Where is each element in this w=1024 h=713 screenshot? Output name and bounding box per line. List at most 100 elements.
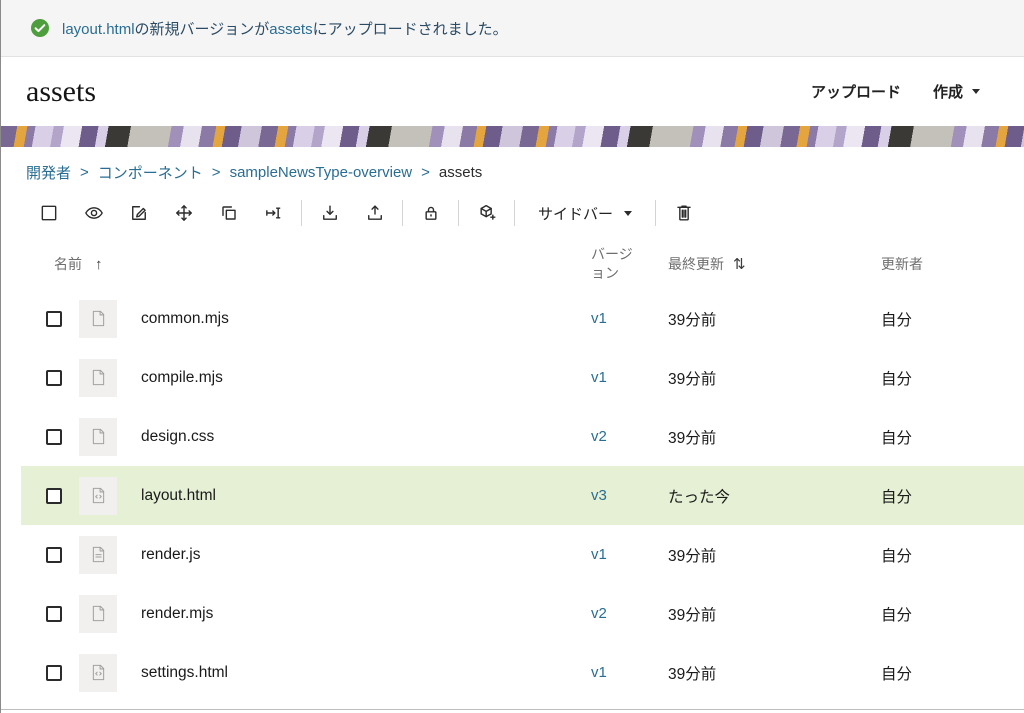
toolbar-divider xyxy=(301,200,302,226)
file-updater: 自分 xyxy=(871,426,1024,448)
copy-button[interactable] xyxy=(206,195,251,231)
row-checkbox[interactable] xyxy=(46,429,62,445)
file-icon xyxy=(89,368,108,387)
row-checkbox[interactable] xyxy=(46,665,62,681)
toast-folder-link[interactable]: assets xyxy=(269,21,312,38)
breadcrumb-item-assets-current: assets xyxy=(439,164,482,181)
chevron-down-icon xyxy=(624,211,632,216)
move-arrows-icon xyxy=(174,203,194,223)
file-version-link[interactable]: v1 xyxy=(591,546,607,563)
upload-file-button[interactable] xyxy=(352,195,397,231)
column-header-name[interactable]: 名前 ↑ xyxy=(21,254,581,274)
delete-button[interactable] xyxy=(661,195,706,231)
file-updated: 39分前 xyxy=(658,603,871,625)
toolbar-divider xyxy=(458,200,459,226)
file-name: render.js xyxy=(141,546,581,564)
sort-both-icon: ⇅ xyxy=(733,255,746,273)
breadcrumb-separator: > xyxy=(212,164,221,181)
toolbar-divider xyxy=(655,200,656,226)
table-row[interactable]: compile.mjs v1 39分前 自分 xyxy=(21,348,1024,407)
row-checkbox[interactable] xyxy=(46,370,62,386)
file-version-link[interactable]: v3 xyxy=(591,487,607,504)
file-updater: 自分 xyxy=(871,485,1024,507)
breadcrumb-item-components[interactable]: コンポーネント xyxy=(98,162,203,183)
table-row[interactable]: design.css v2 39分前 自分 xyxy=(21,407,1024,466)
table-row[interactable]: layout.html v3 たった今 自分 xyxy=(21,466,1024,525)
folder-banner-image xyxy=(1,126,1024,147)
row-checkbox[interactable] xyxy=(46,606,62,622)
file-thumbnail[interactable] xyxy=(79,300,117,338)
upload-icon xyxy=(365,203,385,223)
eye-icon xyxy=(84,203,104,223)
row-thumbnail-cell xyxy=(79,654,141,692)
file-thumbnail[interactable] xyxy=(79,359,117,397)
breadcrumb-separator: > xyxy=(80,164,89,181)
file-icon xyxy=(89,604,108,623)
table-row[interactable]: common.mjs v1 39分前 自分 xyxy=(21,289,1024,348)
trash-icon xyxy=(674,203,694,223)
breadcrumb-item-developers[interactable]: 開発者 xyxy=(26,162,71,183)
lock-button[interactable] xyxy=(408,195,453,231)
file-thumbnail[interactable] xyxy=(79,595,117,633)
row-checkbox[interactable] xyxy=(46,488,62,504)
breadcrumb-item-samplenewstype[interactable]: sampleNewsType-overview xyxy=(230,164,413,181)
row-checkbox-cell xyxy=(21,665,79,681)
actions-toolbar: サイドバー xyxy=(26,195,1024,231)
file-thumbnail[interactable] xyxy=(79,654,117,692)
toast-file-link[interactable]: layout.html xyxy=(62,21,135,38)
file-icon xyxy=(89,309,108,328)
toast-message: layout.htmlの新規バージョンがassetsにアップロードされました。 xyxy=(62,18,508,39)
file-version-link[interactable]: v1 xyxy=(591,369,607,386)
file-updated: 39分前 xyxy=(658,367,871,389)
file-updater: 自分 xyxy=(871,603,1024,625)
copy-icon xyxy=(219,203,239,223)
row-checkbox[interactable] xyxy=(46,547,62,563)
file-name: settings.html xyxy=(141,664,581,682)
row-checkbox-cell xyxy=(21,547,79,563)
file-thumbnail[interactable] xyxy=(79,418,117,456)
sidebar-dropdown-button[interactable]: サイドバー xyxy=(520,195,650,231)
file-version-link[interactable]: v1 xyxy=(591,310,607,327)
toolbar-divider xyxy=(514,200,515,226)
column-header-updater: 更新者 xyxy=(871,254,1024,274)
file-table-header: 名前 ↑ バージョン 最終更新 ⇅ 更新者 xyxy=(21,239,1024,289)
table-row[interactable]: render.js v1 39分前 自分 xyxy=(21,525,1024,584)
row-thumbnail-cell xyxy=(79,477,141,515)
row-thumbnail-cell xyxy=(79,300,141,338)
select-all-button[interactable] xyxy=(26,195,71,231)
file-version-link[interactable]: v1 xyxy=(591,664,607,681)
file-updated: たった今 xyxy=(658,485,871,507)
breadcrumb: 開発者 > コンポーネント > sampleNewsType-overview … xyxy=(26,162,1024,183)
page-title: assets xyxy=(26,75,96,109)
file-version-link[interactable]: v2 xyxy=(591,428,607,445)
upload-button[interactable]: アップロード xyxy=(795,74,917,110)
row-checkbox-cell xyxy=(21,488,79,504)
row-checkbox[interactable] xyxy=(46,311,62,327)
file-table-body: common.mjs v1 39分前 自分 compile.mjs v1 39分… xyxy=(21,289,1024,702)
table-row[interactable]: render.mjs v2 39分前 自分 xyxy=(21,584,1024,643)
create-button[interactable]: 作成 xyxy=(917,74,996,110)
file-updater: 自分 xyxy=(871,662,1024,684)
row-thumbnail-cell xyxy=(79,359,141,397)
file-code-icon xyxy=(89,663,108,682)
table-row[interactable]: settings.html v1 39分前 自分 xyxy=(21,643,1024,702)
download-button[interactable] xyxy=(307,195,352,231)
file-updater: 自分 xyxy=(871,308,1024,330)
edit-button[interactable] xyxy=(116,195,161,231)
download-icon xyxy=(320,203,340,223)
file-icon xyxy=(89,427,108,446)
column-header-updated[interactable]: 最終更新 ⇅ xyxy=(658,254,871,274)
file-thumbnail[interactable] xyxy=(79,477,117,515)
edit-pencil-icon xyxy=(129,203,149,223)
rename-cursor-icon xyxy=(264,203,284,223)
rename-button[interactable] xyxy=(251,195,296,231)
move-button[interactable] xyxy=(161,195,206,231)
preview-button[interactable] xyxy=(71,195,116,231)
file-thumbnail[interactable] xyxy=(79,536,117,574)
row-checkbox-cell xyxy=(21,429,79,445)
sort-ascending-icon: ↑ xyxy=(95,256,103,273)
create-package-button[interactable] xyxy=(464,195,509,231)
file-updater: 自分 xyxy=(871,367,1024,389)
file-version-link[interactable]: v2 xyxy=(591,605,607,622)
file-name: layout.html xyxy=(141,487,581,505)
